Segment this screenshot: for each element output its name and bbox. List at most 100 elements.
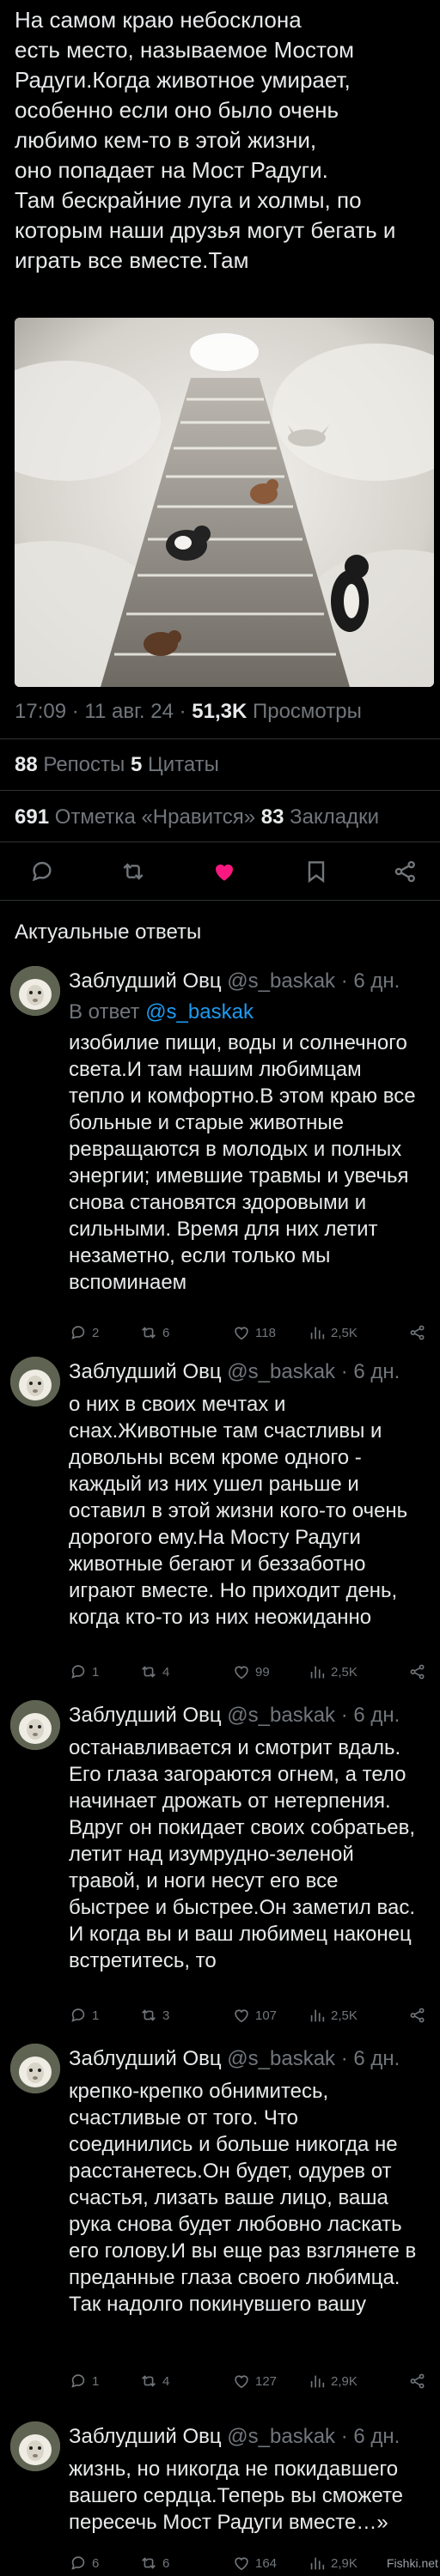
reply-author-name[interactable]: Заблудший Овц [69, 2047, 222, 2070]
views-count: 2,5K [331, 2008, 358, 2023]
reply-action-bar: 2 6 118 2,5K [69, 1320, 440, 1346]
reply-icon [71, 2008, 85, 2022]
reply-text: о них в своих мечтах и снах.Животные там… [69, 1393, 408, 1629]
reply-comment-button[interactable]: 1 [69, 2368, 99, 2394]
post-meta: 17:09 · 11 авг. 24 · 51,3K Просмотры [15, 700, 362, 724]
repost-button[interactable]: 6 [139, 2550, 169, 2576]
reply-to-handle-link[interactable]: @s_baskak [145, 1000, 254, 1024]
post-image[interactable] [15, 318, 434, 687]
repost-button[interactable]: 6 [139, 1320, 169, 1346]
reply-comment-button[interactable]: 1 [69, 2002, 99, 2028]
reply-share-button[interactable] [408, 1320, 427, 1346]
post-views-count: 51,3K [192, 700, 248, 723]
repost-button[interactable]: 4 [139, 1659, 169, 1685]
reply-text: останавливается и смотрит вдаль. Его гла… [69, 1736, 416, 1972]
post-action-bar [0, 846, 440, 897]
like-count: 164 [255, 2555, 278, 2571]
reply-item[interactable]: Заблудший Овц @s_baskak · 6 дн. останавл… [0, 1700, 440, 2035]
repost-icon [142, 2557, 156, 2569]
repost-count: 6 [162, 2555, 170, 2571]
likes-bookmarks-stats[interactable]: 691 Отметка «Нравится» 83 Закладки [15, 805, 379, 829]
bookmark-icon[interactable] [302, 858, 330, 885]
reply-author-handle-date[interactable]: @s_baskak · 6 дн. [222, 2425, 400, 2448]
like-button[interactable]: 118 [232, 1320, 276, 1346]
reply-icon[interactable] [28, 858, 56, 885]
reply-comment-button[interactable]: 6 [69, 2550, 99, 2576]
like-count: 127 [255, 2373, 278, 2389]
sheep-avatar-image [10, 1357, 60, 1406]
views-count: 2,9K [331, 2373, 358, 2389]
repost-icon[interactable] [119, 858, 147, 885]
views-button[interactable]: 2,9K [308, 2550, 358, 2576]
reply-author-name[interactable]: Заблудший Овц [69, 2425, 222, 2448]
repost-count: 3 [162, 2008, 170, 2023]
avatar[interactable] [10, 2044, 60, 2093]
like-button[interactable]: 107 [232, 2002, 277, 2028]
reply-share-button[interactable] [408, 2368, 427, 2394]
views-chart-icon [310, 2375, 325, 2388]
reply-header: Заблудший Овц @s_baskak · 6 дн. [69, 1704, 400, 1728]
reply-text: крепко-крепко обнимитесь, счастливые от … [69, 2080, 417, 2316]
reply-count: 1 [92, 2373, 100, 2389]
heart-icon-liked[interactable] [211, 858, 238, 885]
views-button[interactable]: 2,5K [308, 1320, 358, 1346]
repost-button[interactable]: 3 [139, 2002, 169, 2028]
reply-comment-button[interactable]: 1 [69, 1659, 99, 1685]
reply-author-handle-date[interactable]: @s_baskak · 6 дн. [222, 969, 400, 993]
like-button[interactable]: 99 [232, 1659, 270, 1685]
post-text: На самом краю небосклона есть место, наз… [15, 7, 396, 273]
reply-share-button[interactable] [408, 2002, 427, 2028]
views-button[interactable]: 2,5K [308, 1659, 358, 1685]
views-button[interactable]: 2,5K [308, 2002, 358, 2028]
views-count: 2,9K [331, 2555, 358, 2571]
section-title: Актуальные ответы [15, 920, 202, 944]
post-views-label: Просмотры [247, 700, 362, 723]
reposts-label: Репосты [37, 753, 131, 776]
reply-icon [71, 1326, 85, 1340]
avatar[interactable] [10, 2421, 60, 2471]
share-icon [410, 1664, 425, 1680]
reposts-quotes-stats[interactable]: 88 Репосты 5 Цитаты [15, 753, 219, 777]
reply-author-name[interactable]: Заблудший Овц [69, 1704, 222, 1727]
reply-author-handle-date[interactable]: @s_baskak · 6 дн. [222, 1704, 400, 1727]
views-chart-icon [310, 1327, 325, 1340]
avatar[interactable] [10, 1357, 60, 1406]
repost-button[interactable]: 4 [139, 2368, 169, 2394]
reply-count: 6 [92, 2555, 100, 2571]
views-chart-icon [310, 1666, 325, 1679]
like-count: 118 [255, 1325, 276, 1340]
reply-header: Заблудший Овц @s_baskak · 6 дн. [69, 1360, 400, 1384]
reply-header: Заблудший Овц @s_baskak · 6 дн. [69, 969, 400, 993]
avatar[interactable] [10, 1700, 60, 1750]
like-button[interactable]: 164 [232, 2550, 277, 2576]
repost-count: 4 [162, 1664, 170, 1680]
like-count: 107 [255, 2008, 278, 2023]
reply-item[interactable]: Заблудший Овц @s_baskak · 6 дн. жизнь, н… [0, 2421, 440, 2576]
views-button[interactable]: 2,9K [308, 2368, 358, 2394]
rainbow-bridge-stairs-image [15, 318, 434, 687]
reply-author-name[interactable]: Заблудший Овц [69, 969, 222, 993]
reply-author-handle-date[interactable]: @s_baskak · 6 дн. [222, 1360, 400, 1383]
repost-icon [142, 1327, 156, 1339]
sheep-avatar-image [10, 966, 60, 1016]
sheep-avatar-image [10, 2044, 60, 2093]
reply-item[interactable]: Заблудший Овц @s_baskak · 6 дн. В ответ … [0, 966, 440, 1357]
reply-author-name[interactable]: Заблудший Овц [69, 1360, 222, 1383]
reply-share-button[interactable] [408, 1659, 427, 1685]
reply-action-bar: 1 4 127 2,9K [69, 2368, 440, 2394]
avatar[interactable] [10, 966, 60, 1016]
reply-header: Заблудший Овц @s_baskak · 6 дн. [69, 2047, 400, 2071]
reply-item[interactable]: Заблудший Овц @s_baskak · 6 дн. о них в … [0, 1357, 440, 1693]
like-button[interactable]: 127 [232, 2368, 277, 2394]
reply-item[interactable]: Заблудший Овц @s_baskak · 6 дн. крепко-к… [0, 2044, 440, 2404]
divider [0, 738, 440, 739]
views-count: 2,5K [331, 1664, 358, 1680]
reply-comment-button[interactable]: 2 [69, 1320, 99, 1346]
heart-icon [235, 1327, 248, 1340]
reply-action-bar: 1 4 99 2,5K [69, 1659, 440, 1685]
views-count: 2,5K [331, 1325, 358, 1340]
reply-action-bar: 6 6 164 2,9K Fishki.net [69, 2550, 440, 2576]
sheep-avatar-image [10, 1700, 60, 1750]
share-icon[interactable] [392, 858, 419, 885]
reply-author-handle-date[interactable]: @s_baskak · 6 дн. [222, 2047, 400, 2070]
